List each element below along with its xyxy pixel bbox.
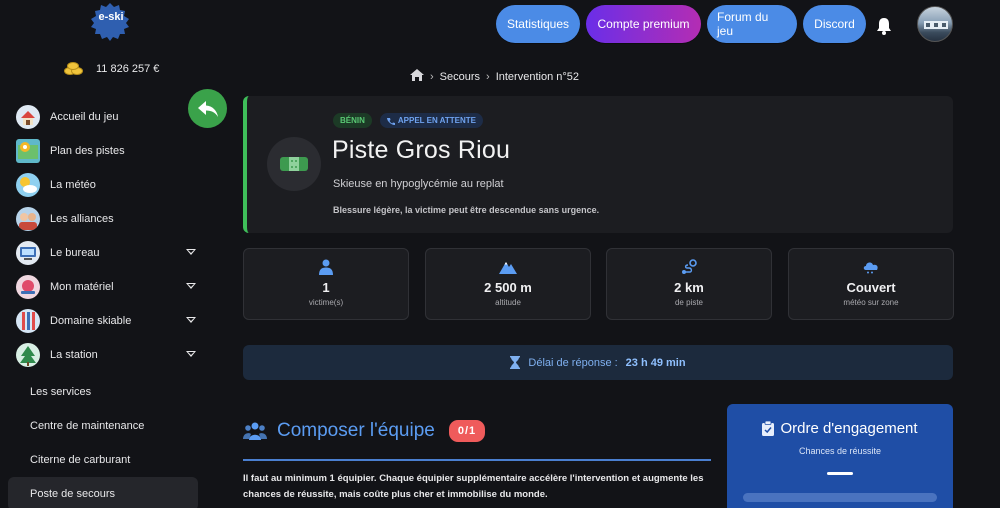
engagement-subtitle: Chances de réussite bbox=[798, 446, 882, 456]
stat-value: Couvert bbox=[846, 280, 896, 295]
mountain-icon bbox=[426, 257, 590, 277]
map-icon bbox=[16, 139, 40, 163]
stat-label: victime(s) bbox=[308, 298, 344, 307]
incident-subtitle: Skieuse en hypoglycémie au replat bbox=[333, 178, 504, 190]
hourglass-icon bbox=[510, 356, 521, 369]
reply-arrow-icon bbox=[197, 100, 218, 117]
stat-card-victims: 1 victime(s) bbox=[243, 248, 409, 320]
stat-card-distance: 2 km de piste bbox=[606, 248, 772, 320]
sidebar-nav: Accueil du jeu Plan des pistes La météo … bbox=[16, 100, 206, 372]
chevron-down-icon[interactable] bbox=[186, 283, 196, 289]
status-badge: APPEL EN ATTENTE bbox=[379, 113, 483, 128]
sidebar-item-meteo[interactable]: La météo bbox=[16, 168, 206, 202]
compose-divider bbox=[243, 459, 711, 461]
home-icon[interactable] bbox=[410, 69, 424, 84]
breadcrumb-section[interactable]: Secours bbox=[440, 71, 480, 83]
engagement-order-card: Ordre d'engagement Chances de réussite bbox=[727, 404, 953, 508]
bandage-icon bbox=[267, 137, 321, 191]
team-icon bbox=[243, 422, 267, 440]
discord-button[interactable]: Discord bbox=[803, 5, 866, 43]
delay-value: 23 h 49 min bbox=[625, 356, 686, 369]
chevron-down-icon[interactable] bbox=[186, 317, 196, 323]
station-subnav: Les services Centre de maintenance Citer… bbox=[8, 375, 198, 508]
sidebar-item-label: La station bbox=[50, 349, 98, 361]
incident-title: Piste Gros Riou bbox=[332, 136, 511, 164]
compose-team-text: Il faut au minimum 1 équipier. Chaque éq… bbox=[243, 473, 704, 500]
stat-card-weather: Couvert météo sur zone bbox=[788, 248, 954, 320]
status-badge-label: APPEL EN ATTENTE bbox=[397, 116, 476, 125]
app-logo[interactable]: e-ski bbox=[88, 2, 132, 42]
user-avatar[interactable] bbox=[917, 6, 953, 42]
person-icon bbox=[244, 257, 408, 277]
compose-team-header: Composer l'équipe 0/1 bbox=[243, 420, 486, 442]
sidebar-item-accueil[interactable]: Accueil du jeu bbox=[16, 100, 206, 134]
balance-amount: 11 826 257 € bbox=[96, 63, 160, 75]
chevron-down-icon[interactable] bbox=[186, 249, 196, 255]
back-button[interactable] bbox=[188, 89, 227, 128]
stat-value: 1 bbox=[322, 280, 330, 295]
sidebar-item-domaine-skiable[interactable]: Domaine skiable bbox=[16, 304, 206, 338]
incident-description: Blessure légère, la victime peut être de… bbox=[333, 205, 600, 215]
country-badge: BÉNIN bbox=[333, 113, 372, 128]
stat-value: 2 km bbox=[674, 280, 704, 295]
sidebar-item-materiel[interactable]: Mon matériel bbox=[16, 270, 206, 304]
delay-label: Délai de réponse : bbox=[528, 356, 618, 369]
response-delay-bar: Délai de réponse : 23 h 49 min bbox=[243, 345, 953, 380]
chevron-down-icon[interactable] bbox=[186, 351, 196, 357]
breadcrumb-current: Intervention n°52 bbox=[495, 70, 579, 83]
station-icon bbox=[16, 343, 40, 367]
incident-header-card: BÉNIN APPEL EN ATTENTE Piste Gros Riou S… bbox=[243, 96, 953, 233]
success-chance-placeholder bbox=[827, 472, 853, 475]
sidebar-item-plan-des-pistes[interactable]: Plan des pistes bbox=[16, 134, 206, 168]
stat-label: météo sur zone bbox=[843, 298, 899, 307]
sidebar-item-label: Mon matériel bbox=[50, 281, 114, 293]
office-icon bbox=[16, 241, 40, 265]
cloud-icon bbox=[789, 257, 953, 277]
chevron-right-icon: › bbox=[486, 70, 490, 83]
sidebar-item-label: La météo bbox=[50, 179, 96, 191]
house-icon bbox=[16, 105, 40, 129]
equipment-icon bbox=[16, 275, 40, 299]
weather-icon bbox=[16, 173, 40, 197]
breadcrumb: › Secours › Intervention n°52 bbox=[410, 69, 579, 84]
stat-label: de piste bbox=[674, 298, 704, 307]
subnav-item-poste-de-secours[interactable]: Poste de secours bbox=[8, 477, 198, 508]
sidebar-item-label: Plan des pistes bbox=[50, 145, 125, 157]
route-icon bbox=[607, 257, 771, 277]
sidebar-item-label: Domaine skiable bbox=[50, 315, 132, 327]
stat-value: 2 500 m bbox=[484, 280, 532, 295]
clipboard-check-icon bbox=[762, 421, 775, 436]
logo-text: e-ski bbox=[98, 11, 123, 23]
stat-card-altitude: 2 500 m altitude bbox=[425, 248, 591, 320]
sidebar-item-alliances[interactable]: Les alliances bbox=[16, 202, 206, 236]
coins-icon bbox=[64, 62, 84, 76]
subnav-item-carburant[interactable]: Citerne de carburant bbox=[8, 443, 198, 477]
team-count-badge: 0/1 bbox=[448, 420, 486, 442]
balance-display: 11 826 257 € bbox=[64, 62, 159, 76]
sidebar-item-station[interactable]: La station bbox=[16, 338, 206, 372]
sidebar-item-label: Les alliances bbox=[50, 213, 114, 225]
statistiques-button[interactable]: Statistiques bbox=[496, 5, 580, 43]
chevron-right-icon: › bbox=[430, 70, 434, 83]
subnav-item-services[interactable]: Les services bbox=[8, 375, 198, 409]
ski-area-icon bbox=[16, 309, 40, 333]
sidebar-item-bureau[interactable]: Le bureau bbox=[16, 236, 206, 270]
subnav-item-maintenance[interactable]: Centre de maintenance bbox=[8, 409, 198, 443]
top-navigation: Statistiques Compte premium Forum du jeu… bbox=[496, 5, 866, 43]
alliance-icon bbox=[16, 207, 40, 231]
sidebar-item-label: Accueil du jeu bbox=[50, 111, 119, 123]
engagement-title: Ordre d'engagement bbox=[780, 420, 918, 437]
premium-button[interactable]: Compte premium bbox=[586, 5, 701, 43]
sidebar-item-label: Le bureau bbox=[50, 247, 100, 259]
stat-label: altitude bbox=[495, 298, 521, 307]
compose-team-title: Composer l'équipe bbox=[277, 420, 435, 441]
phone-icon bbox=[386, 117, 395, 125]
success-chance-bar bbox=[743, 493, 937, 502]
forum-button[interactable]: Forum du jeu bbox=[707, 5, 797, 43]
bell-icon[interactable] bbox=[874, 16, 894, 36]
